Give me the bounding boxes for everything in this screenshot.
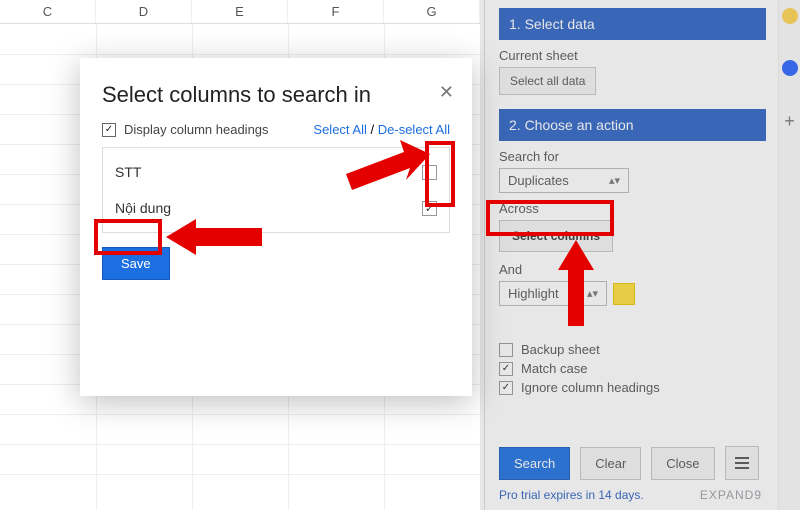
select-all-link[interactable]: Select All [313, 122, 366, 137]
select-columns-modal: Select columns to search in ✕ ✓ Display … [80, 58, 472, 396]
column-name: STT [115, 164, 141, 180]
display-headings-checkbox[interactable]: ✓ [102, 123, 116, 137]
column-name: Nội dung [115, 200, 171, 216]
save-button[interactable]: Save [102, 247, 170, 280]
modal-title: Select columns to search in [102, 82, 450, 108]
deselect-all-link[interactable]: De-select All [378, 122, 450, 137]
separator: / [371, 122, 378, 137]
column-list: STT Nội dung ✓ [102, 147, 450, 233]
close-icon[interactable]: ✕ [439, 82, 454, 103]
column-item[interactable]: STT [113, 154, 439, 190]
column-checkbox[interactable]: ✓ [422, 201, 437, 216]
column-checkbox[interactable] [422, 165, 437, 180]
display-headings-label: Display column headings [124, 122, 269, 137]
column-item[interactable]: Nội dung ✓ [113, 190, 439, 226]
